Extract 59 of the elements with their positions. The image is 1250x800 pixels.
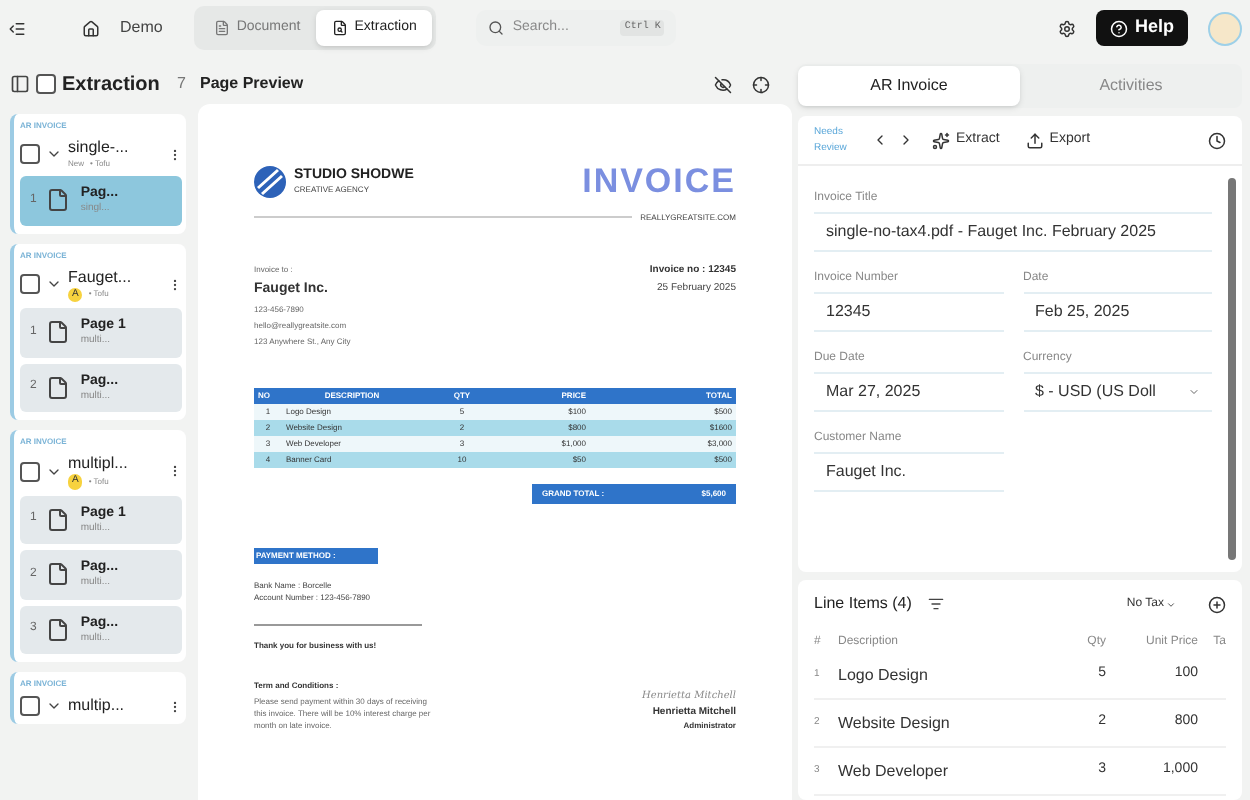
file-icon: [46, 617, 71, 642]
chevron-down-icon[interactable]: [46, 698, 62, 714]
search-icon: [488, 20, 505, 36]
settings-icon[interactable]: [1058, 19, 1077, 37]
striped-globe-logo-icon: [254, 165, 286, 198]
document-title[interactable]: multip...: [68, 696, 125, 716]
more-icon[interactable]: [168, 277, 182, 292]
checkbox[interactable]: [20, 461, 40, 482]
preview-title: Page Preview: [200, 72, 304, 96]
help-icon: [1110, 19, 1129, 37]
file-icon: [46, 507, 71, 532]
table-cell-text: Web Developer: [838, 759, 950, 783]
checkbox[interactable]: [20, 144, 40, 164]
next-icon[interactable]: [898, 132, 914, 148]
file-icon: [46, 188, 71, 213]
more-icon[interactable]: [168, 147, 182, 161]
home-icon[interactable]: [82, 19, 100, 37]
document-icon: [214, 20, 231, 36]
upload-icon: [1025, 131, 1044, 149]
breadcrumb-text[interactable]: Demo: [120, 16, 163, 40]
sidebar-toggle-icon[interactable]: [10, 74, 30, 94]
input-field[interactable]: Feb 25, 2025: [1023, 292, 1212, 332]
history-icon[interactable]: [1208, 131, 1226, 149]
scrollbar[interactable]: [1228, 178, 1236, 560]
crosshair-icon[interactable]: [752, 75, 770, 93]
input-field[interactable]: single-no-tax4.pdf - Fauget Inc. February 2025: [814, 212, 1212, 252]
chevron-down-icon[interactable]: [46, 146, 62, 162]
more-icon[interactable]: [168, 699, 182, 713]
invoice-heading: INVOICE: [582, 160, 736, 204]
previous-icon[interactable]: [872, 132, 888, 148]
document-title[interactable]: multipl...: [68, 454, 128, 474]
input-field[interactable]: 12345: [814, 292, 1003, 332]
panel-tab[interactable]: AR Invoice: [798, 66, 1020, 106]
input-field[interactable]: Mar 27, 2025: [814, 372, 1003, 412]
input-field[interactable]: Fauget Inc.: [814, 452, 1003, 492]
file-icon: [46, 375, 71, 400]
chevron-down-icon: [1188, 386, 1200, 398]
checkbox[interactable]: [20, 696, 40, 716]
filter-icon[interactable]: [927, 596, 944, 612]
line-items-title: Line Items (4): [814, 592, 912, 616]
checkbox[interactable]: [36, 74, 56, 94]
more-icon[interactable]: [168, 464, 182, 479]
eye-off-icon[interactable]: [714, 75, 732, 93]
table-cell-text: Logo Design: [838, 663, 930, 687]
item-count: 7: [177, 72, 186, 96]
document-icon: [332, 20, 349, 36]
document-title[interactable]: Fauget...: [68, 267, 132, 287]
file-icon: [46, 562, 71, 587]
add-icon[interactable]: [1208, 595, 1226, 613]
checkbox[interactable]: [20, 274, 40, 295]
menu-icon[interactable]: [8, 19, 26, 37]
table-cell-text: Website Design: [838, 711, 952, 735]
select-field[interactable]: $ - USD (US Doll: [1023, 372, 1212, 412]
help-button[interactable]: Help: [1096, 10, 1188, 46]
file-icon: [46, 320, 71, 345]
document-title[interactable]: single-...: [68, 138, 129, 158]
sidebar-title: Extraction: [62, 71, 160, 99]
chevron-down-icon: [1166, 599, 1176, 609]
sparkle-icon: [932, 131, 950, 149]
